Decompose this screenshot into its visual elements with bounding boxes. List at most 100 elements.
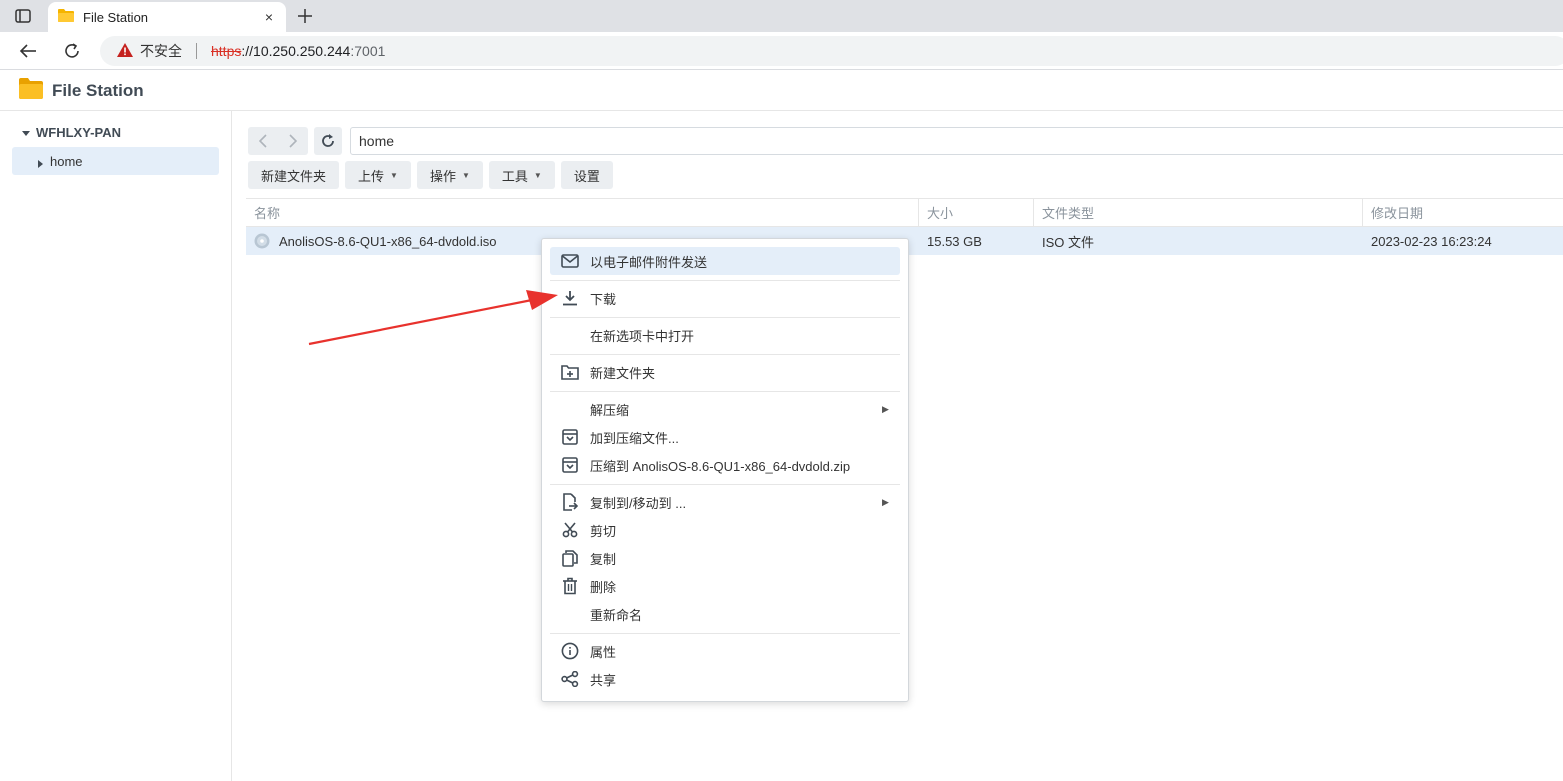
sidebar-item-label: home — [50, 153, 83, 169]
menu-item-copy[interactable]: 复制 — [550, 544, 900, 572]
url-bar[interactable]: 不安全 https://10.250.250.244:7001 — [100, 36, 1563, 66]
upload-button[interactable]: 上传 ▼ — [345, 161, 411, 189]
mail-icon — [550, 254, 590, 268]
column-name[interactable]: 名称 — [246, 199, 919, 226]
new-folder-button[interactable]: 新建文件夹 — [248, 161, 340, 189]
sidebar-item-home[interactable]: home — [12, 147, 219, 175]
menu-item-rename[interactable]: 重新命名 — [550, 600, 900, 628]
nav-forward-icon[interactable] — [278, 127, 308, 155]
tree-root-label: WFHLXY-PAN — [36, 125, 121, 140]
omnibox-divider — [196, 43, 197, 59]
menu-item-email[interactable]: 以电子邮件附件发送 — [550, 247, 900, 275]
submenu-arrow-icon: ▶ — [882, 496, 889, 507]
menu-item-new-folder[interactable]: 新建文件夹 — [550, 358, 900, 386]
archive-icon — [550, 457, 590, 473]
menu-item-label: 重新命名 — [590, 607, 643, 623]
menu-item-label: 删除 — [590, 579, 617, 595]
action-label: 操作 — [429, 168, 456, 184]
warning-icon[interactable] — [116, 42, 134, 61]
scissors-icon — [550, 522, 590, 538]
tools-button[interactable]: 工具 ▼ — [488, 161, 555, 189]
column-type[interactable]: 文件类型 — [1034, 199, 1363, 226]
tools-label: 工具 — [501, 168, 528, 184]
file-table-header: 名称 大小 文件类型 修改日期 — [246, 198, 1563, 227]
menu-item-delete[interactable]: 删除 — [550, 572, 900, 600]
new-tab-icon[interactable] — [294, 5, 316, 27]
tab-title: File Station — [83, 9, 149, 25]
menu-separator — [550, 391, 900, 392]
action-toolbar: 新建文件夹 上传 ▼ 操作 ▼ 工具 ▼ 设置 — [248, 161, 613, 189]
menu-item-properties[interactable]: 属性 — [550, 637, 900, 665]
menu-item-label: 以电子邮件附件发送 — [590, 254, 708, 270]
share-icon — [550, 671, 590, 687]
menu-item-compress-to[interactable]: 压缩到 AnolisOS-8.6-QU1-x86_64-dvdold.zip — [550, 451, 900, 479]
caret-down-icon: ▼ — [390, 170, 398, 180]
file-export-icon — [550, 493, 590, 511]
menu-separator — [550, 280, 900, 281]
menu-item-label: 压缩到 AnolisOS-8.6-QU1-x86_64-dvdold.zip — [590, 458, 851, 474]
menu-separator — [550, 317, 900, 318]
file-modified: 2023-02-23 16:23:24 — [1371, 233, 1492, 249]
url-port: :7001 — [350, 43, 386, 59]
folder-icon — [58, 8, 74, 27]
file-name: AnolisOS-8.6-QU1-x86_64-dvdold.iso — [279, 233, 497, 249]
browser-address-bar: 不安全 https://10.250.250.244:7001 — [0, 32, 1563, 70]
menu-separator — [550, 484, 900, 485]
sidebar: WFHLXY-PAN home — [0, 111, 232, 781]
menu-item-label: 剪切 — [590, 523, 617, 539]
app-title: File Station — [52, 80, 144, 100]
menu-item-label: 在新选项卡中打开 — [590, 328, 695, 344]
annotation-arrow — [308, 290, 558, 346]
menu-separator — [550, 633, 900, 634]
column-size[interactable]: 大小 — [919, 199, 1034, 226]
file-type: ISO 文件 — [1042, 234, 1095, 250]
disc-icon — [254, 233, 270, 249]
new-folder-label: 新建文件夹 — [261, 168, 327, 184]
menu-item-label: 共享 — [590, 672, 617, 688]
menu-item-share[interactable]: 共享 — [550, 665, 900, 693]
menu-item-download[interactable]: 下载 — [550, 284, 900, 312]
nav-back-icon[interactable] — [248, 127, 278, 155]
menu-item-label: 新建文件夹 — [590, 365, 656, 381]
tab-sidebar-icon[interactable] — [12, 6, 34, 26]
menu-item-label: 复制 — [590, 551, 617, 567]
menu-item-open-new-tab[interactable]: 在新选项卡中打开 — [550, 321, 900, 349]
action-button[interactable]: 操作 ▼ — [416, 161, 483, 189]
menu-item-copy-move[interactable]: 复制到/移动到 ... ▶ — [550, 488, 900, 516]
menu-separator — [550, 354, 900, 355]
submenu-arrow-icon: ▶ — [882, 403, 889, 414]
caret-down-icon[interactable] — [22, 125, 30, 140]
url-host: ://10.250.250.244 — [241, 43, 351, 59]
context-menu: 以电子邮件附件发送 下载 在新选项卡中打开 新建文件夹 解压缩 ▶ 加到压缩文件… — [541, 238, 909, 702]
menu-item-label: 复制到/移动到 ... — [590, 495, 687, 511]
browser-tab-bar: File Station × — [0, 0, 1563, 32]
file-size: 15.53 GB — [927, 233, 982, 249]
back-arrow-icon[interactable] — [16, 40, 40, 62]
trash-icon — [550, 577, 590, 595]
security-warning-label[interactable]: 不安全 — [140, 41, 182, 61]
settings-label: 设置 — [573, 168, 600, 184]
close-icon[interactable]: × — [260, 8, 278, 26]
menu-item-label: 加到压缩文件... — [590, 430, 679, 446]
path-input[interactable] — [350, 127, 1563, 155]
menu-item-extract[interactable]: 解压缩 ▶ — [550, 395, 900, 423]
browser-tab[interactable]: File Station × — [48, 2, 286, 32]
info-icon — [550, 642, 590, 660]
menu-item-cut[interactable]: 剪切 — [550, 516, 900, 544]
archive-icon — [550, 429, 590, 445]
menu-item-label: 下载 — [590, 291, 617, 307]
copy-icon — [550, 549, 590, 567]
caret-right-icon[interactable] — [38, 156, 43, 171]
file-station-folder-icon — [18, 76, 44, 105]
settings-button[interactable]: 设置 — [560, 161, 613, 189]
refresh-icon[interactable] — [314, 127, 342, 155]
menu-item-add-archive[interactable]: 加到压缩文件... — [550, 423, 900, 451]
history-nav — [248, 127, 308, 155]
tree-root[interactable]: WFHLXY-PAN — [22, 125, 121, 140]
url-scheme: https — [211, 43, 242, 59]
app-header: File Station — [0, 71, 1563, 111]
column-modified[interactable]: 修改日期 — [1363, 199, 1563, 226]
caret-down-icon: ▼ — [533, 170, 542, 180]
reload-icon[interactable] — [60, 40, 84, 62]
folder-plus-icon — [550, 364, 590, 380]
